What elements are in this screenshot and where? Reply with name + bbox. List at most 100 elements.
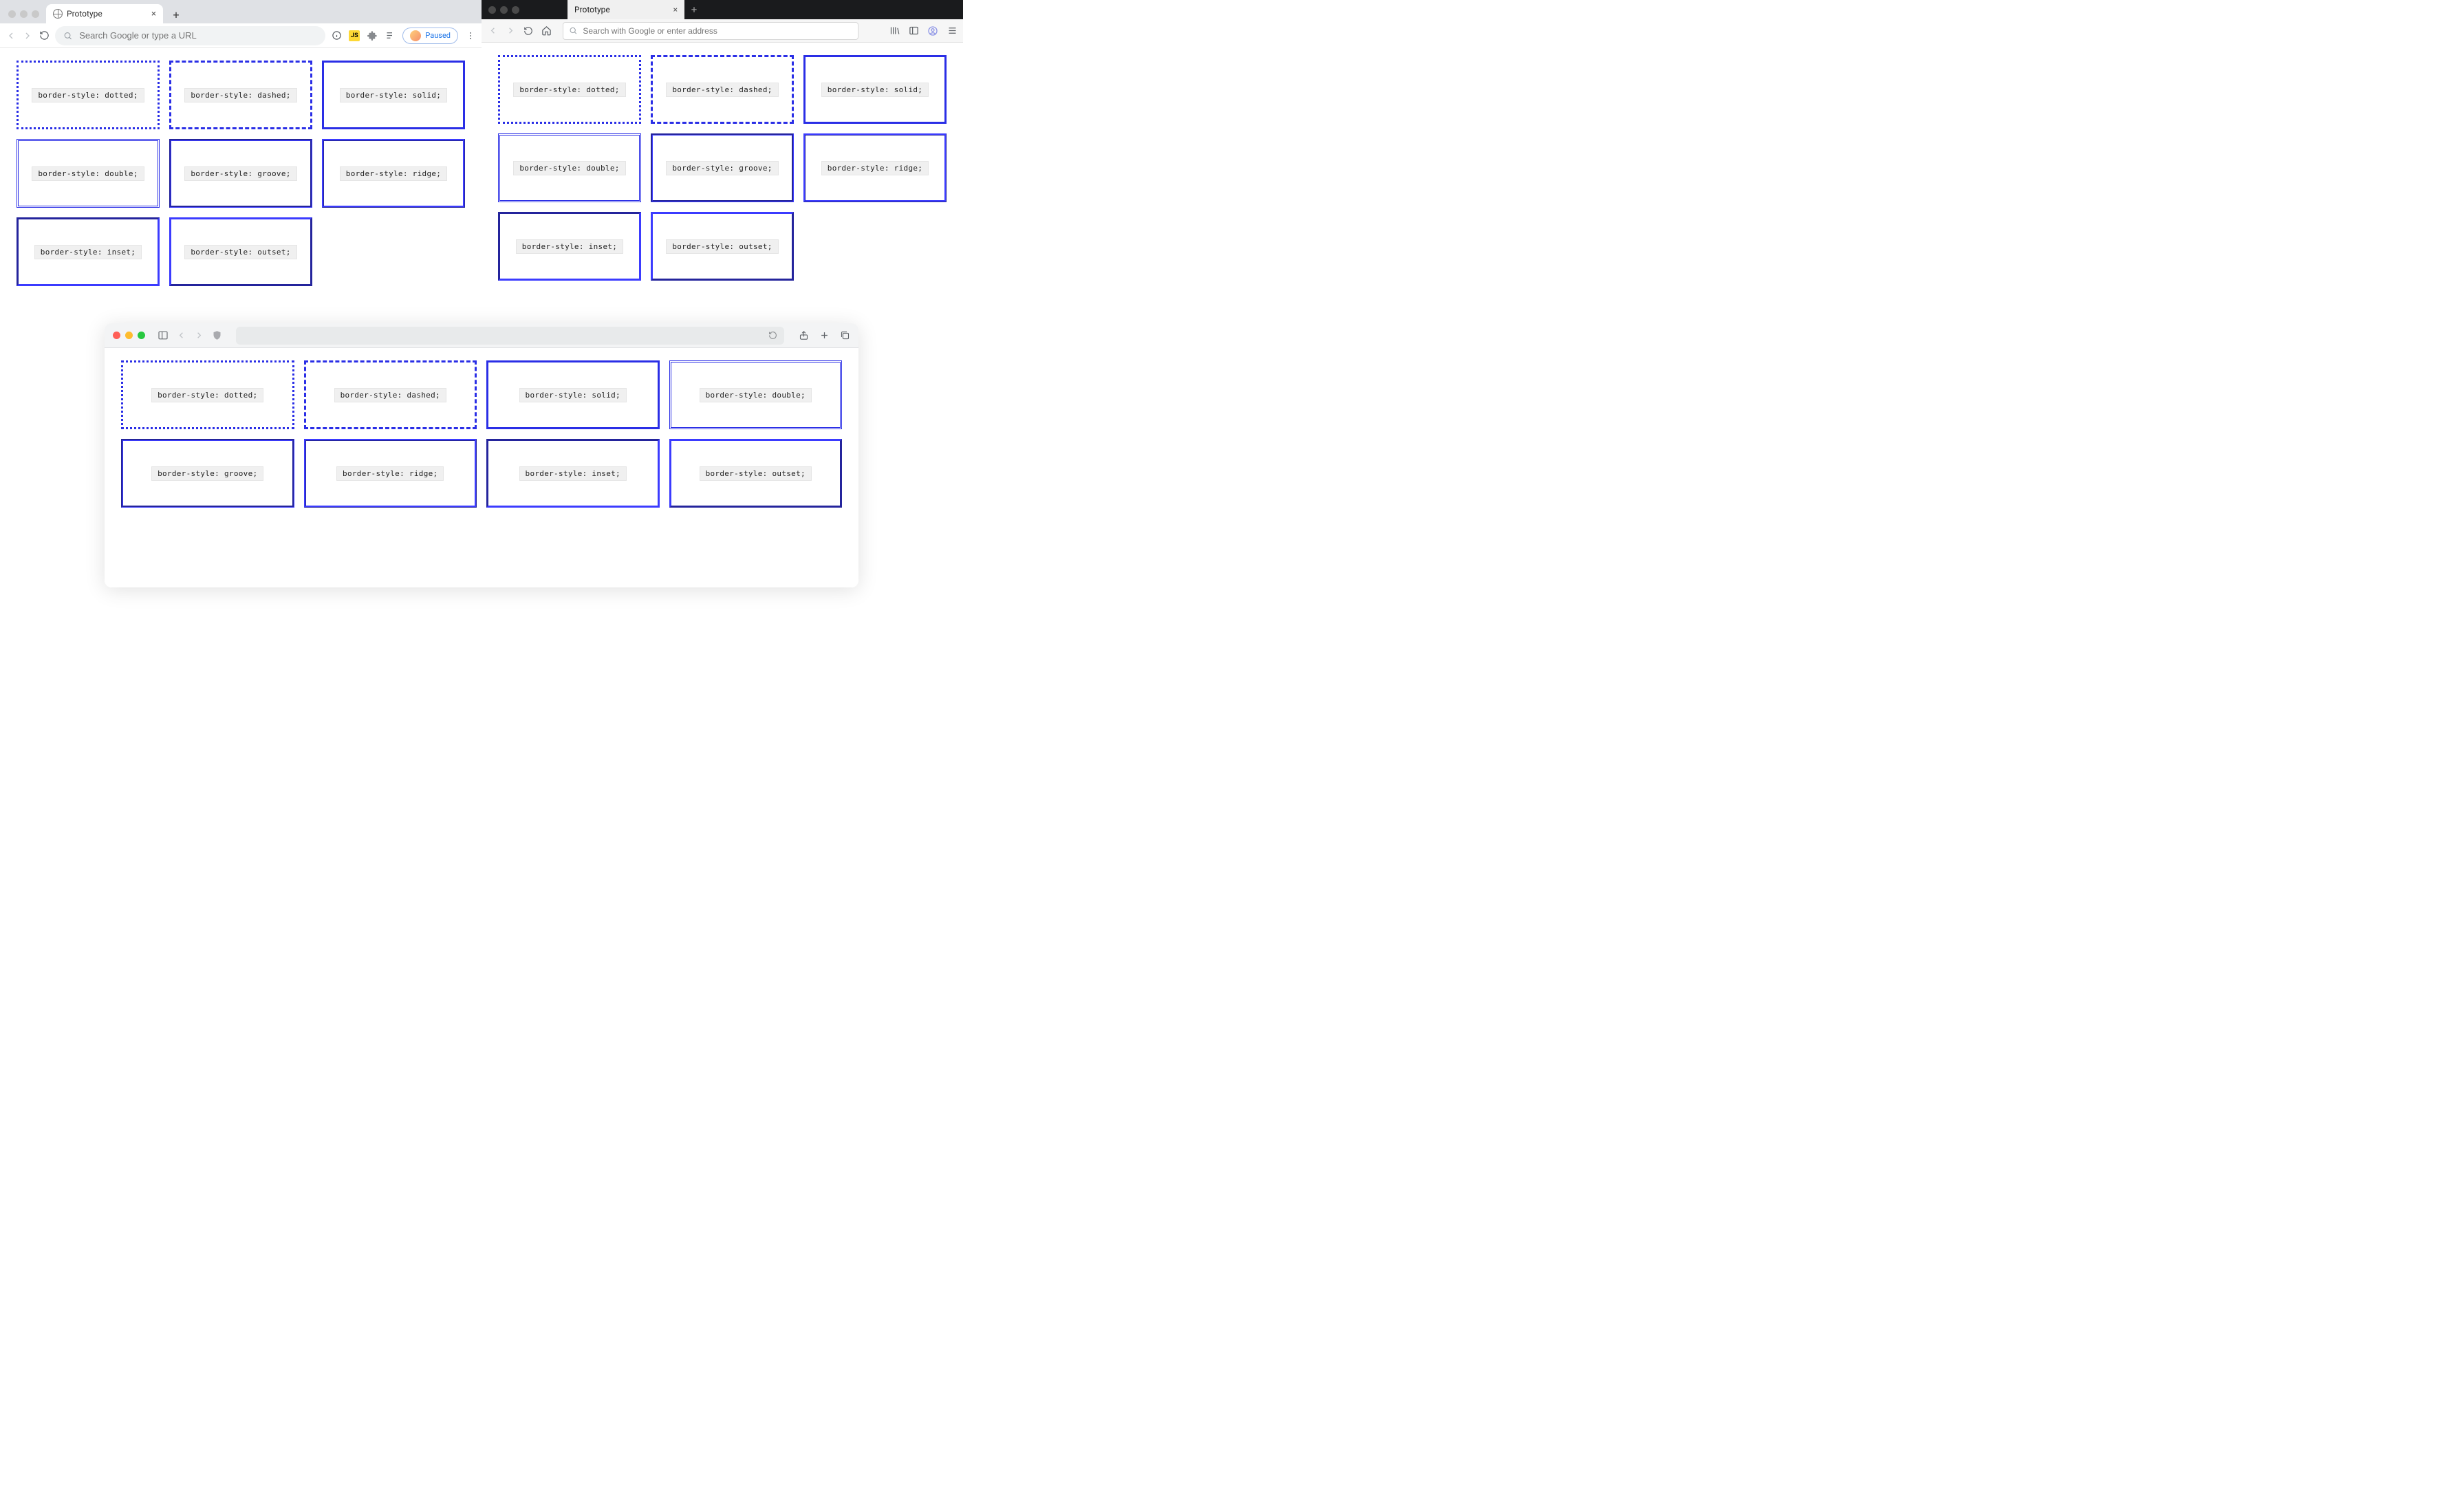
library-icon[interactable] [889, 25, 900, 36]
kebab-menu-icon[interactable] [465, 30, 476, 41]
maximize-dot[interactable] [512, 6, 519, 14]
sidebar-icon[interactable] [158, 330, 169, 341]
border-style-grid: border-style: dotted; border-style: dashe… [105, 348, 858, 520]
border-style-grid: border-style: dotted; border-style: dashe… [482, 43, 963, 293]
address-bar[interactable] [563, 22, 858, 40]
border-demo-box: border-style: outset; [651, 212, 794, 281]
chrome-window: Prototype × + JS [0, 0, 482, 323]
border-demo-box: border-style: inset; [498, 212, 641, 281]
traffic-lights [482, 0, 526, 19]
close-dot[interactable] [8, 10, 16, 18]
border-style-label: border-style: dotted; [151, 388, 263, 402]
border-demo-box: border-style: double; [498, 133, 641, 202]
reload-icon[interactable] [768, 331, 777, 340]
browser-tab[interactable]: Prototype × [46, 4, 163, 23]
border-demo-box: border-style: solid; [486, 360, 660, 429]
toolbar-right [889, 25, 958, 36]
border-style-label: border-style: dashed; [184, 88, 296, 102]
tabs-icon[interactable] [839, 330, 850, 341]
back-icon[interactable] [6, 30, 17, 41]
border-style-label: border-style: solid; [340, 88, 447, 102]
border-demo-box: border-style: ridge; [803, 133, 947, 202]
reload-icon[interactable] [523, 25, 534, 36]
sidebar-icon[interactable] [908, 25, 919, 36]
browser-tab[interactable]: Prototype × [568, 0, 684, 19]
border-style-label: border-style: outset; [184, 245, 296, 259]
url-input[interactable] [581, 25, 852, 36]
border-demo-box: border-style: dotted; [498, 55, 641, 124]
home-icon[interactable] [541, 25, 552, 36]
close-icon[interactable]: × [673, 5, 678, 14]
border-style-label: border-style: ridge; [821, 161, 929, 175]
page-content: border-style: dotted; border-style: dashe… [482, 43, 963, 323]
close-dot[interactable] [488, 6, 496, 14]
hamburger-menu-icon[interactable] [947, 25, 958, 36]
border-style-label: border-style: solid; [821, 83, 929, 97]
forward-icon[interactable] [22, 30, 33, 41]
reload-icon[interactable] [39, 30, 50, 41]
border-demo-box: border-style: outset; [669, 439, 843, 508]
page-content: border-style: dotted; border-style: dashe… [0, 48, 482, 323]
toolbar-right [798, 330, 850, 341]
border-style-label: border-style: inset; [519, 466, 627, 481]
safari-toolbar [105, 323, 858, 348]
border-demo-box: border-style: dashed; [304, 360, 477, 429]
border-demo-box: border-style: groove; [121, 439, 294, 508]
border-demo-box: border-style: solid; [803, 55, 947, 124]
tab-title: Prototype [574, 5, 610, 14]
border-demo-box: border-style: dashed; [169, 61, 312, 129]
border-style-label: border-style: dashed; [666, 83, 778, 97]
border-style-label: border-style: double; [513, 161, 625, 175]
forward-icon[interactable] [505, 25, 516, 36]
border-demo-box: border-style: outset; [169, 217, 312, 286]
border-style-label: border-style: inset; [516, 239, 623, 254]
back-icon[interactable] [487, 25, 498, 36]
minimize-dot[interactable] [20, 10, 28, 18]
border-style-label: border-style: ridge; [340, 166, 447, 181]
js-extension-icon[interactable]: JS [349, 30, 360, 41]
minimize-dot[interactable] [125, 332, 133, 339]
avatar-icon [410, 30, 421, 41]
border-style-label: border-style: groove; [151, 466, 263, 481]
reading-list-icon[interactable] [385, 30, 396, 41]
border-demo-box: border-style: dashed; [651, 55, 794, 124]
info-icon[interactable] [331, 30, 342, 41]
border-style-label: border-style: dotted; [32, 88, 144, 102]
border-style-label: border-style: dotted; [513, 83, 625, 97]
border-demo-box: border-style: inset; [486, 439, 660, 508]
address-bar[interactable] [55, 26, 325, 45]
border-style-label: border-style: inset; [34, 245, 142, 259]
extensions-icon[interactable] [367, 30, 378, 41]
omnibox-input[interactable] [78, 30, 317, 41]
border-demo-box: border-style: solid; [322, 61, 465, 129]
maximize-dot[interactable] [138, 332, 145, 339]
border-style-label: border-style: double; [32, 166, 144, 181]
border-demo-box: border-style: double; [669, 360, 843, 429]
border-style-label: border-style: outset; [666, 239, 778, 254]
minimize-dot[interactable] [500, 6, 508, 14]
new-tab-button[interactable]: + [167, 6, 185, 23]
border-style-grid: border-style: dotted; border-style: dashe… [0, 48, 482, 299]
maximize-dot[interactable] [32, 10, 39, 18]
back-icon[interactable] [175, 330, 186, 341]
border-demo-box: border-style: ridge; [322, 139, 465, 208]
firefox-toolbar [482, 19, 963, 43]
new-tab-icon[interactable] [819, 330, 830, 341]
new-tab-button[interactable]: + [684, 0, 704, 19]
profile-chip[interactable]: Paused [402, 28, 458, 44]
border-demo-box: border-style: groove; [651, 133, 794, 202]
border-style-label: border-style: groove; [184, 166, 296, 181]
search-icon [569, 26, 577, 35]
address-bar[interactable] [236, 327, 784, 345]
globe-icon [53, 9, 63, 19]
close-icon[interactable]: × [151, 9, 156, 19]
close-dot[interactable] [113, 332, 120, 339]
border-style-label: border-style: outset; [700, 466, 812, 481]
border-demo-box: border-style: dotted; [17, 61, 160, 129]
toolbar-right: JS Paused [331, 28, 476, 44]
share-icon[interactable] [798, 330, 809, 341]
shield-icon[interactable] [211, 330, 222, 341]
account-icon[interactable] [927, 25, 938, 36]
traffic-lights [113, 332, 145, 339]
forward-icon[interactable] [193, 330, 204, 341]
